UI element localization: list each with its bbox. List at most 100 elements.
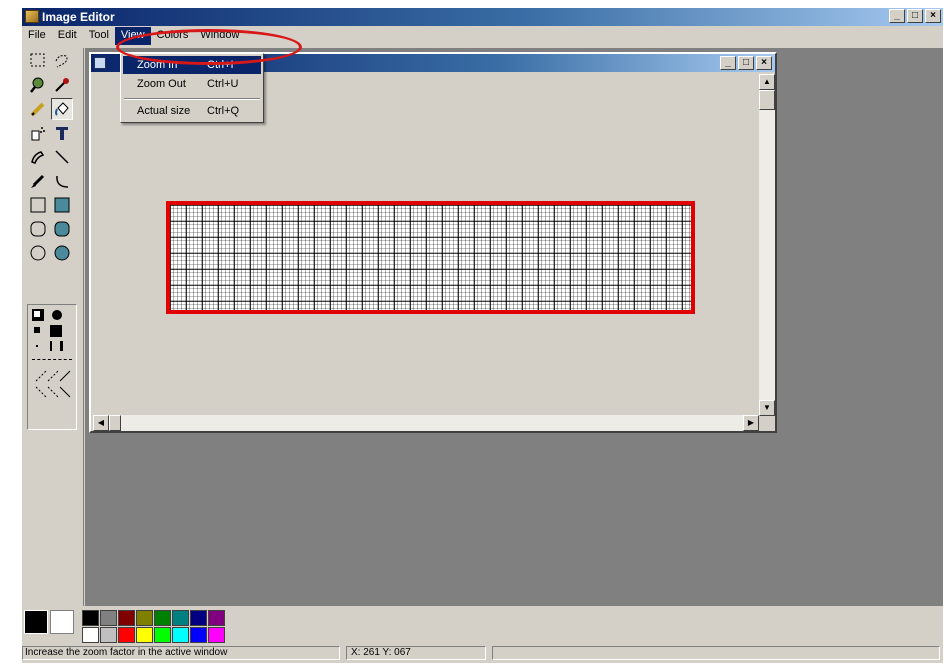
image-editor-window: Image Editor _ □ × File Edit Tool View C… xyxy=(22,8,943,663)
eyedropper-icon xyxy=(55,78,69,92)
maximize-button[interactable]: □ xyxy=(907,9,923,23)
vertical-scroll-thumb[interactable] xyxy=(759,90,775,110)
color-swatch[interactable] xyxy=(118,627,135,643)
menu-item-zoom-out[interactable]: Zoom Out Ctrl+U xyxy=(123,75,261,93)
brush-tool[interactable] xyxy=(27,170,49,192)
magnifier-icon xyxy=(30,77,44,93)
menu-item-zoom-in[interactable]: Zoom In Ctrl+I xyxy=(123,56,261,74)
scroll-down-button[interactable]: ▼ xyxy=(759,400,775,416)
menu-window[interactable]: Window xyxy=(194,27,245,45)
document-window-controls: _ □ × xyxy=(720,56,772,70)
zoom-in-shortcut: Ctrl+I xyxy=(207,59,234,71)
brush-vline-thick[interactable] xyxy=(60,341,63,351)
filled-ellipse-tool[interactable] xyxy=(51,242,73,264)
menu-view[interactable]: View xyxy=(114,27,151,45)
hollow-rounded-rect-tool[interactable] xyxy=(27,218,49,240)
hollow-rectangle-icon xyxy=(30,197,46,213)
menu-separator xyxy=(124,98,260,100)
doc-minimize-button[interactable]: _ xyxy=(720,56,736,70)
pen-icon xyxy=(31,151,45,164)
brush-round-large[interactable] xyxy=(52,310,62,320)
pen-tool[interactable] xyxy=(27,146,49,168)
horizontal-scrollbar[interactable]: ◀ ▶ xyxy=(93,415,759,431)
actual-size-label: Actual size xyxy=(137,105,191,117)
scroll-up-button[interactable]: ▲ xyxy=(759,74,775,90)
curve-icon xyxy=(56,175,69,188)
image-canvas[interactable] xyxy=(93,74,757,416)
pencil-icon xyxy=(30,102,45,117)
brush-dot[interactable] xyxy=(36,345,38,347)
lasso-select-icon xyxy=(55,55,68,68)
color-swatch[interactable] xyxy=(136,610,153,626)
doc-maximize-button[interactable]: □ xyxy=(738,56,754,70)
color-swatch[interactable] xyxy=(154,627,171,643)
curve-tool[interactable] xyxy=(51,170,73,192)
foreground-color[interactable] xyxy=(24,610,48,634)
close-button[interactable]: × xyxy=(925,9,941,23)
brush-size-large-inner xyxy=(34,311,40,317)
color-swatch[interactable] xyxy=(82,610,99,626)
status-panel xyxy=(492,646,940,660)
eyedropper-tool[interactable] xyxy=(51,74,73,96)
color-swatch[interactable] xyxy=(208,627,225,643)
close-icon: × xyxy=(930,10,936,21)
brush-diagonal-options[interactable] xyxy=(30,367,74,427)
color-swatches xyxy=(82,610,225,643)
paint-bucket-icon xyxy=(55,102,69,116)
color-swatch[interactable] xyxy=(82,627,99,643)
scroll-left-icon: ◀ xyxy=(97,418,105,427)
menu-bar: File Edit Tool View Colors Window xyxy=(22,27,943,45)
color-swatch[interactable] xyxy=(208,610,225,626)
menu-item-actual-size[interactable]: Actual size Ctrl+Q xyxy=(123,102,261,120)
color-swatch[interactable] xyxy=(154,610,171,626)
brush-square-large[interactable] xyxy=(50,325,62,337)
filled-rounded-rect-icon xyxy=(54,221,70,237)
airbrush-tool[interactable] xyxy=(27,122,49,144)
window-title: Image Editor xyxy=(42,10,115,24)
marquee-select-tool[interactable] xyxy=(27,50,49,72)
hollow-rectangle-tool[interactable] xyxy=(27,194,49,216)
brush-size-small[interactable] xyxy=(34,327,40,333)
cursor-position: X: 261 Y: 067 xyxy=(346,646,486,660)
pencil-tool[interactable] xyxy=(27,98,49,120)
zoom-in-label: Zoom In xyxy=(137,59,178,71)
vertical-scrollbar[interactable]: ▲ ▼ xyxy=(759,74,775,416)
menu-edit[interactable]: Edit xyxy=(52,27,83,45)
brush-vline-thin[interactable] xyxy=(50,341,52,351)
menu-file[interactable]: File xyxy=(22,27,52,45)
color-swatch[interactable] xyxy=(172,610,189,626)
filled-rounded-rect-tool[interactable] xyxy=(51,218,73,240)
brush-hline[interactable] xyxy=(32,359,72,360)
text-tool-icon xyxy=(56,127,68,140)
scroll-down-icon: ▼ xyxy=(763,403,771,412)
lasso-select-tool[interactable] xyxy=(51,50,73,72)
magnifier-tool[interactable] xyxy=(27,74,49,96)
color-swatch[interactable] xyxy=(172,627,189,643)
color-swatch[interactable] xyxy=(136,627,153,643)
minimize-button[interactable]: _ xyxy=(889,9,905,23)
line-tool[interactable] xyxy=(51,146,73,168)
hollow-ellipse-tool[interactable] xyxy=(27,242,49,264)
title-bar[interactable]: Image Editor _ □ × xyxy=(22,8,943,26)
menu-tool[interactable]: Tool xyxy=(83,27,115,45)
scroll-up-icon: ▲ xyxy=(763,77,771,86)
hollow-rounded-rect-icon xyxy=(30,221,46,237)
horizontal-scroll-thumb[interactable] xyxy=(109,415,121,431)
zoom-out-shortcut: Ctrl+U xyxy=(207,78,239,90)
scroll-left-button[interactable]: ◀ xyxy=(93,415,109,431)
background-color[interactable] xyxy=(50,610,74,634)
paint-bucket-tool[interactable] xyxy=(51,98,73,120)
text-tool[interactable] xyxy=(51,122,73,144)
color-swatch[interactable] xyxy=(190,627,207,643)
menu-colors[interactable]: Colors xyxy=(151,27,195,45)
color-swatch[interactable] xyxy=(118,610,135,626)
color-swatch[interactable] xyxy=(100,610,117,626)
view-menu-dropdown: Zoom In Ctrl+I Zoom Out Ctrl+U Actual si… xyxy=(120,53,264,123)
filled-rectangle-tool[interactable] xyxy=(51,194,73,216)
color-swatch[interactable] xyxy=(100,627,117,643)
color-swatch[interactable] xyxy=(190,610,207,626)
filled-rectangle-icon xyxy=(54,197,70,213)
doc-close-button[interactable]: × xyxy=(756,56,772,70)
color-palette xyxy=(22,606,943,643)
scroll-right-button[interactable]: ▶ xyxy=(743,415,759,431)
